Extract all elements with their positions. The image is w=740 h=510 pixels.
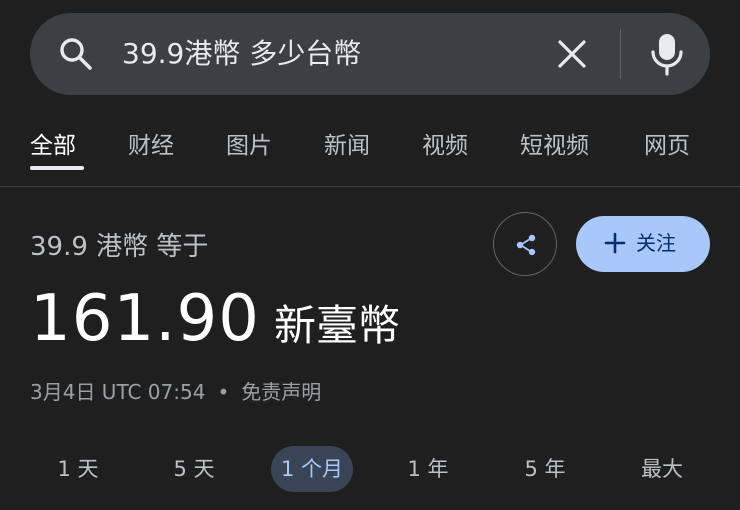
search-input[interactable]: 39.9港幣 多少台幣 [122,35,361,73]
conversion-meta: 3月4日 UTC 07:54 • 免责声明 [30,376,321,405]
tab-news[interactable]: 新闻 [324,126,370,160]
range-1-year[interactable]: 1 年 [388,446,468,492]
tabs-divider [0,186,740,187]
disclaimer-link[interactable]: 免责声明 [241,380,321,404]
search-icon [60,38,92,70]
plus-icon [604,232,626,254]
tab-images[interactable]: 图片 [226,126,272,160]
tab-all[interactable]: 全部 [30,126,76,160]
microphone-icon[interactable] [645,30,689,78]
meta-separator: • [217,380,230,404]
search-divider [620,29,621,79]
follow-button[interactable]: 关注 [576,216,710,272]
tab-web[interactable]: 网页 [644,126,690,160]
conversion-result: 161.90 新臺幣 [30,282,400,356]
share-icon [516,234,536,256]
active-tab-indicator [30,166,84,170]
range-selector: 1 天 5 天 1 个月 1 年 5 年 最大 [0,446,740,494]
search-tabs: 全部 财经 图片 新闻 视频 短视频 网页 [0,118,740,186]
close-icon[interactable] [552,34,592,74]
range-5-years[interactable]: 5 年 [505,446,585,492]
follow-label: 关注 [636,231,676,255]
tab-short-videos[interactable]: 短视频 [520,126,589,160]
timestamp: 3月4日 UTC 07:54 [30,380,206,404]
result-unit: 新臺幣 [273,301,400,350]
share-button[interactable] [493,212,557,276]
range-5-days[interactable]: 5 天 [154,446,234,492]
search-bar[interactable]: 39.9港幣 多少台幣 [30,13,710,95]
range-1-month[interactable]: 1 个月 [271,446,353,492]
tab-videos[interactable]: 视频 [422,126,468,160]
range-max[interactable]: 最大 [622,446,702,492]
result-value: 161.90 [30,282,260,356]
tab-finance[interactable]: 财经 [128,126,174,160]
conversion-source-text: 39.9 港幣 等于 [30,232,209,262]
range-1-day[interactable]: 1 天 [38,446,118,492]
